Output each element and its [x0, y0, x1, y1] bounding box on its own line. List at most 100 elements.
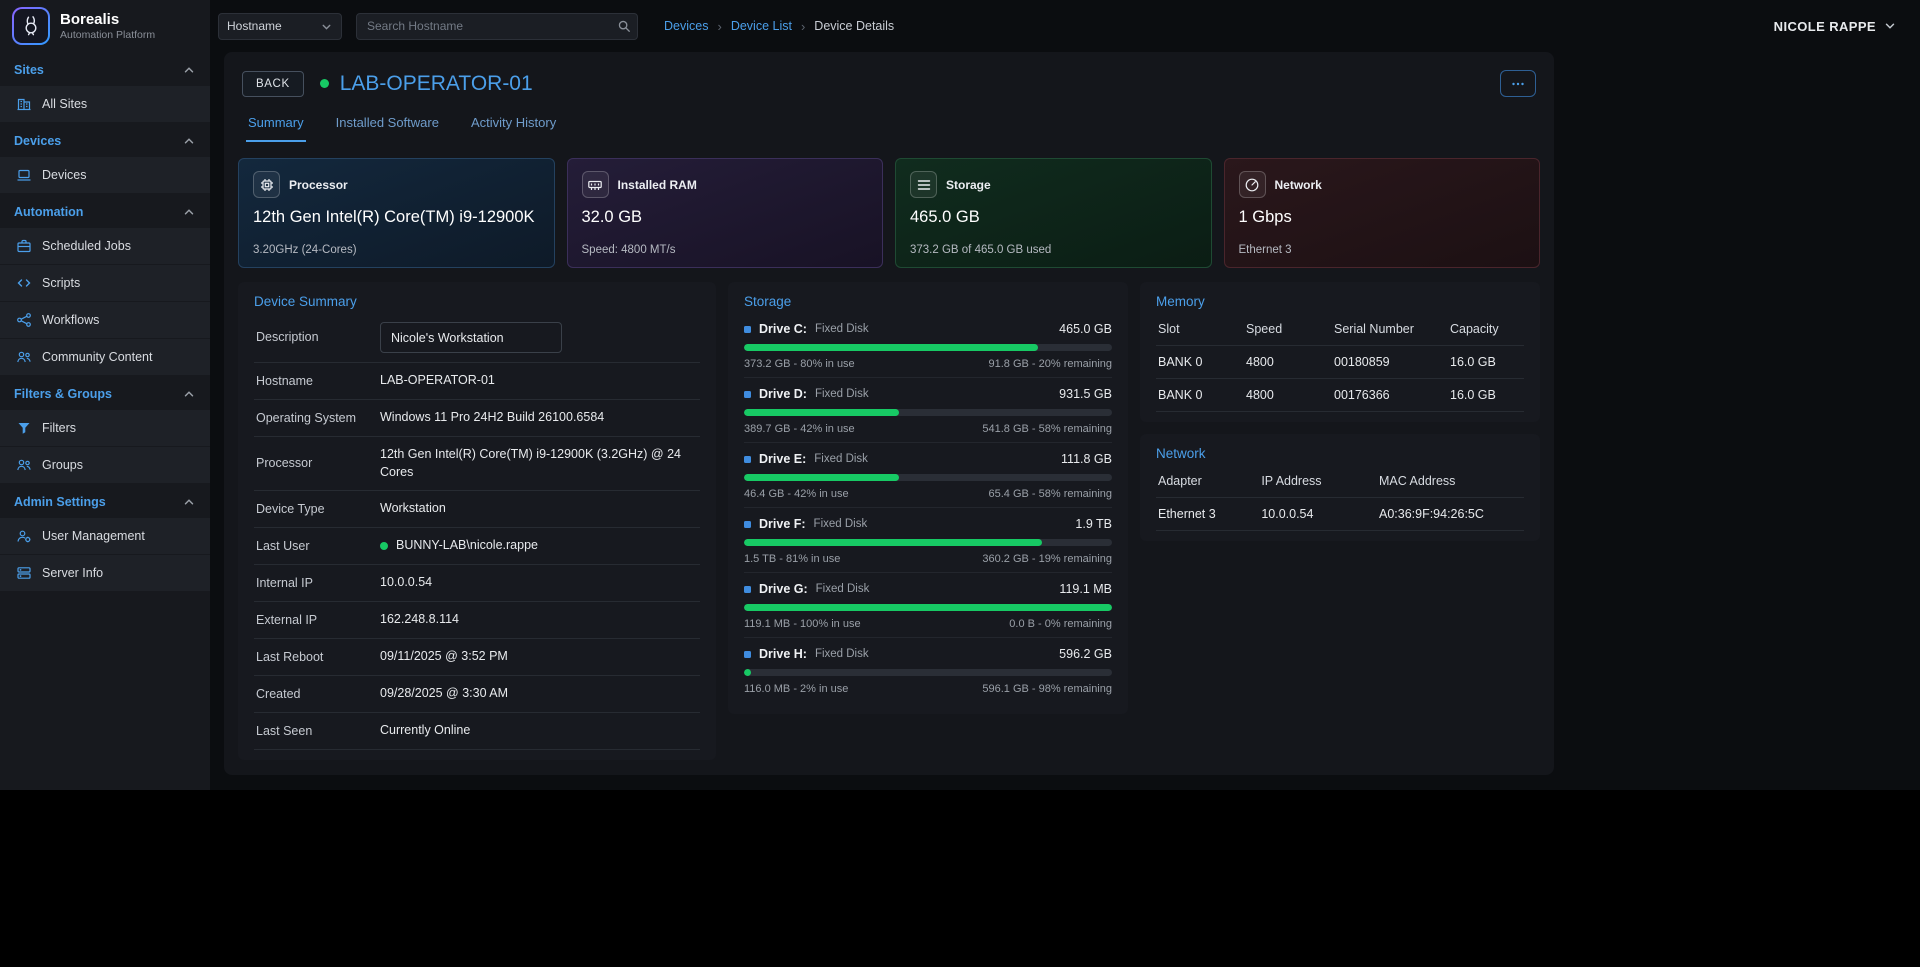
sidebar-section-filters-groups[interactable]: Filters & Groups	[0, 376, 210, 410]
drive-bullet-icon	[744, 326, 751, 333]
network-title: Network	[1156, 446, 1524, 461]
description-input[interactable]	[380, 322, 562, 353]
drive-header: Drive C:Fixed Disk465.0 GB	[744, 322, 1112, 336]
drive-drive-g: Drive G:Fixed Disk119.1 MB119.1 MB - 100…	[744, 573, 1112, 638]
storage-title: Storage	[744, 294, 1112, 309]
sidebar-item-label: Filters	[42, 421, 76, 435]
drive-used-text: 119.1 MB - 100% in use	[744, 618, 861, 630]
drive-type: Fixed Disk	[815, 648, 869, 660]
drive-used-text: 389.7 GB - 42% in use	[744, 423, 855, 435]
drive-footer: 373.2 GB - 80% in use91.8 GB - 20% remai…	[744, 358, 1112, 370]
stat-card-value: 1 Gbps	[1239, 208, 1526, 227]
stat-card-storage: Storage465.0 GB373.2 GB of 465.0 GB used	[895, 158, 1212, 268]
chevron-up-icon	[182, 63, 196, 77]
stat-cards-row: Processor12th Gen Intel(R) Core(TM) i9-1…	[238, 158, 1540, 268]
tab-summary[interactable]: Summary	[246, 109, 306, 142]
tab-installed-software[interactable]: Installed Software	[334, 109, 441, 142]
stat-card-header: Installed RAM	[582, 171, 869, 198]
drive-type: Fixed Disk	[815, 323, 869, 335]
server-icon	[16, 565, 32, 581]
stat-card-footer: Speed: 4800 MT/s	[582, 244, 869, 256]
network-cell: 10.0.0.54	[1261, 507, 1371, 521]
brand-name: Borealis	[60, 11, 155, 28]
hostname-filter-label: Hostname	[227, 19, 282, 33]
tab-activity-history[interactable]: Activity History	[469, 109, 558, 142]
sidebar-section-sites[interactable]: Sites	[0, 52, 210, 86]
stat-card-installed-ram: Installed RAM 32.0 GB Speed: 4800 MT/s	[567, 158, 884, 268]
sidebar-item-label: Groups	[42, 458, 83, 472]
sidebar-section-admin-settings[interactable]: Admin Settings	[0, 484, 210, 518]
drive-usage-bar	[744, 539, 1112, 546]
online-status-dot	[320, 79, 329, 88]
drive-usage-fill	[744, 669, 751, 676]
drive-footer: 119.1 MB - 100% in use0.0 B - 0% remaini…	[744, 618, 1112, 630]
stat-card-title: Processor	[289, 178, 348, 192]
summary-row-hostname: HostnameLAB-OPERATOR-01	[254, 363, 700, 400]
more-dots-icon	[1510, 76, 1526, 92]
chevron-down-icon	[1883, 19, 1898, 34]
sidebar-item-community-content[interactable]: Community Content	[0, 339, 210, 376]
stat-card-title: Network	[1275, 178, 1322, 192]
stat-card-value: 465.0 GB	[910, 208, 1197, 227]
sidebar-item-label: Scripts	[42, 276, 80, 290]
breadcrumb-device-list[interactable]: Device List	[731, 19, 792, 33]
drive-name: Drive F:	[759, 517, 806, 531]
memory-cell: 16.0 GB	[1450, 355, 1522, 369]
memory-row: BANK 048000017636616.0 GB	[1156, 379, 1524, 412]
summary-row-description: Description	[254, 313, 700, 363]
device-summary-title: Device Summary	[254, 294, 700, 309]
more-actions-button[interactable]	[1500, 70, 1536, 97]
back-button[interactable]: BACK	[242, 71, 304, 97]
sidebar-item-scripts[interactable]: Scripts	[0, 265, 210, 302]
drive-bullet-icon	[744, 456, 751, 463]
summary-row-created: Created09/28/2025 @ 3:30 AM	[254, 676, 700, 713]
summary-label: Device Type	[256, 501, 368, 518]
search-input[interactable]	[356, 13, 638, 40]
breadcrumb-devices[interactable]: Devices	[664, 19, 708, 33]
memory-header: Speed	[1246, 322, 1326, 336]
network-cell: Ethernet 3	[1158, 507, 1253, 521]
briefcase-icon	[16, 238, 32, 254]
sidebar-item-all-sites[interactable]: All Sites	[0, 86, 210, 123]
stat-card-value: 32.0 GB	[582, 208, 869, 227]
online-status-dot	[380, 542, 388, 550]
drive-remaining-text: 65.4 GB - 58% remaining	[988, 488, 1112, 500]
sidebar-item-filters[interactable]: Filters	[0, 410, 210, 447]
chevron-up-icon	[182, 495, 196, 509]
sidebar-item-scheduled-jobs[interactable]: Scheduled Jobs	[0, 228, 210, 265]
memory-cell: 16.0 GB	[1450, 388, 1522, 402]
sidebar-nav: SitesAll Sites Devices Devices Automation Sc…	[0, 52, 210, 592]
drive-remaining-text: 541.8 GB - 58% remaining	[982, 423, 1112, 435]
stat-card-footer: 3.20GHz (24-Cores)	[253, 244, 540, 256]
sidebar-item-devices[interactable]: Devices	[0, 157, 210, 194]
sidebar-item-workflows[interactable]: Workflows	[0, 302, 210, 339]
sidebar-section-label: Devices	[14, 134, 61, 148]
sidebar-item-label: Scheduled Jobs	[42, 239, 131, 253]
summary-label: Last User	[256, 538, 368, 555]
summary-row-operating-system: Operating SystemWindows 11 Pro 24H2 Buil…	[254, 400, 700, 437]
summary-label: Last Reboot	[256, 649, 368, 666]
sidebar-item-groups[interactable]: Groups	[0, 447, 210, 484]
drive-remaining-text: 596.1 GB - 98% remaining	[982, 683, 1112, 695]
user-menu[interactable]: NICOLE RAPPE	[1774, 19, 1898, 34]
summary-row-last-user: Last UserBUNNY-LAB\nicole.rappe	[254, 528, 700, 565]
right-column: Memory SlotSpeedSerial NumberCapacityBAN…	[1140, 282, 1540, 541]
search-box	[356, 13, 638, 40]
memory-panel: Memory SlotSpeedSerial NumberCapacityBAN…	[1140, 282, 1540, 422]
device-details-card: BACK LAB-OPERATOR-01 SummaryInstalled So…	[224, 52, 1554, 775]
drive-bullet-icon	[744, 521, 751, 528]
sidebar-section-devices[interactable]: Devices	[0, 123, 210, 157]
drive-list: Drive C:Fixed Disk465.0 GB 373.2 GB - 80%…	[744, 313, 1112, 702]
drive-name: Drive E:	[759, 452, 806, 466]
hostname-filter-dropdown[interactable]: Hostname	[218, 13, 342, 40]
sidebar-item-user-management[interactable]: User Management	[0, 518, 210, 555]
drive-usage-fill	[744, 409, 899, 416]
breadcrumb-separator-icon: ›	[801, 19, 805, 34]
sidebar-item-label: Devices	[42, 168, 86, 182]
sidebar-section-automation[interactable]: Automation	[0, 194, 210, 228]
stat-card-header: Storage	[910, 171, 1197, 198]
sidebar-item-label: Community Content	[42, 350, 152, 364]
chevron-up-icon	[182, 134, 196, 148]
sidebar-item-server-info[interactable]: Server Info	[0, 555, 210, 592]
summary-value: 09/28/2025 @ 3:30 AM	[380, 685, 698, 703]
